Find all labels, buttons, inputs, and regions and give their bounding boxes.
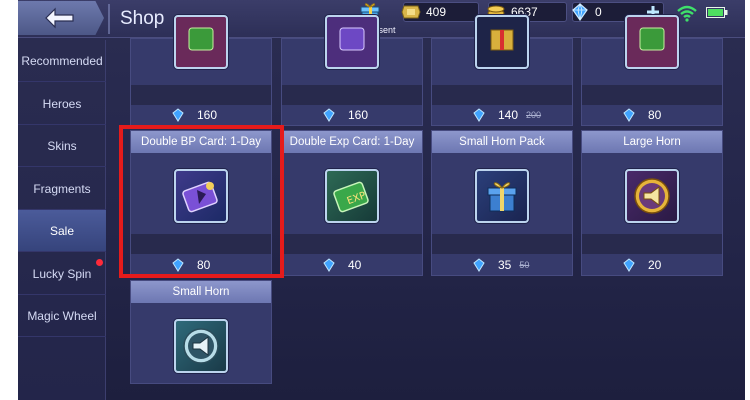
item-price: 160 bbox=[197, 108, 218, 122]
item-icon-frame bbox=[174, 15, 228, 69]
item-old-price: 50 bbox=[519, 260, 530, 270]
item-grid: 160 160 140 200 80 Double BP Card: 1-Day… bbox=[0, 0, 750, 400]
card-icon bbox=[639, 27, 665, 51]
megaphone-icon bbox=[634, 178, 670, 214]
item-icon-frame bbox=[625, 169, 679, 223]
item-icon-frame bbox=[625, 15, 679, 69]
price-row: 20 bbox=[582, 253, 722, 277]
game-screen: Shop Skin Present 409 bbox=[0, 0, 750, 400]
shop-item-card[interactable]: 160 bbox=[130, 15, 272, 127]
diamond-icon bbox=[323, 108, 335, 122]
item-name: Double Exp Card: 1-Day bbox=[282, 131, 422, 153]
item-band bbox=[432, 234, 572, 254]
shop-item-card-large-horn[interactable]: Large Horn 20 bbox=[581, 130, 723, 276]
price-row: 160 bbox=[282, 103, 422, 127]
shop-item-card[interactable]: 80 bbox=[581, 15, 723, 127]
diamond-icon bbox=[623, 108, 635, 122]
item-old-price: 200 bbox=[526, 110, 542, 120]
item-band bbox=[282, 85, 422, 105]
diamond-icon bbox=[623, 258, 635, 272]
exp-card-icon: EXP bbox=[333, 181, 369, 213]
item-icon-frame bbox=[475, 15, 529, 69]
price-row: 80 bbox=[582, 103, 722, 127]
item-name: Small Horn Pack bbox=[432, 131, 572, 153]
highlight-box bbox=[119, 125, 284, 278]
item-band bbox=[582, 85, 722, 105]
item-band bbox=[131, 85, 271, 105]
diamond-icon bbox=[172, 108, 184, 122]
shop-item-card-small-horn-pack[interactable]: Small Horn Pack 35 50 bbox=[431, 130, 573, 276]
price-row: 140 200 bbox=[432, 103, 572, 127]
left-margin bbox=[0, 0, 18, 400]
item-price: 20 bbox=[648, 258, 662, 272]
item-price: 40 bbox=[348, 258, 362, 272]
card-icon bbox=[339, 27, 365, 51]
gift-box-icon bbox=[487, 182, 517, 212]
price-row: 160 bbox=[131, 103, 271, 127]
gift-box-icon bbox=[490, 29, 514, 51]
item-price: 80 bbox=[648, 108, 662, 122]
item-icon-frame bbox=[325, 15, 379, 69]
shop-item-card[interactable]: 160 bbox=[281, 15, 423, 127]
diamond-icon bbox=[323, 258, 335, 272]
shop-item-card[interactable]: 140 200 bbox=[431, 15, 573, 127]
megaphone-icon bbox=[183, 328, 219, 364]
item-icon-frame bbox=[174, 319, 228, 373]
item-band bbox=[582, 234, 722, 254]
item-price: 160 bbox=[348, 108, 369, 122]
diamond-icon bbox=[473, 258, 485, 272]
item-band bbox=[432, 85, 572, 105]
item-band bbox=[282, 234, 422, 254]
diamond-icon bbox=[473, 108, 485, 122]
shop-item-card-double-exp[interactable]: Double Exp Card: 1-Day EXP 40 bbox=[281, 130, 423, 276]
price-row: 40 bbox=[282, 253, 422, 277]
price-row: 35 50 bbox=[432, 253, 572, 277]
card-icon bbox=[188, 27, 214, 51]
item-name: Small Horn bbox=[131, 281, 271, 303]
item-price: 140 bbox=[498, 108, 519, 122]
item-icon-frame bbox=[475, 169, 529, 223]
shop-item-card-small-horn[interactable]: Small Horn bbox=[130, 280, 272, 384]
item-icon-frame: EXP bbox=[325, 169, 379, 223]
item-name: Large Horn bbox=[582, 131, 722, 153]
shop-screen: Shop Skin Present 409 bbox=[0, 0, 750, 400]
right-margin bbox=[745, 0, 750, 400]
item-price: 35 bbox=[498, 258, 512, 272]
